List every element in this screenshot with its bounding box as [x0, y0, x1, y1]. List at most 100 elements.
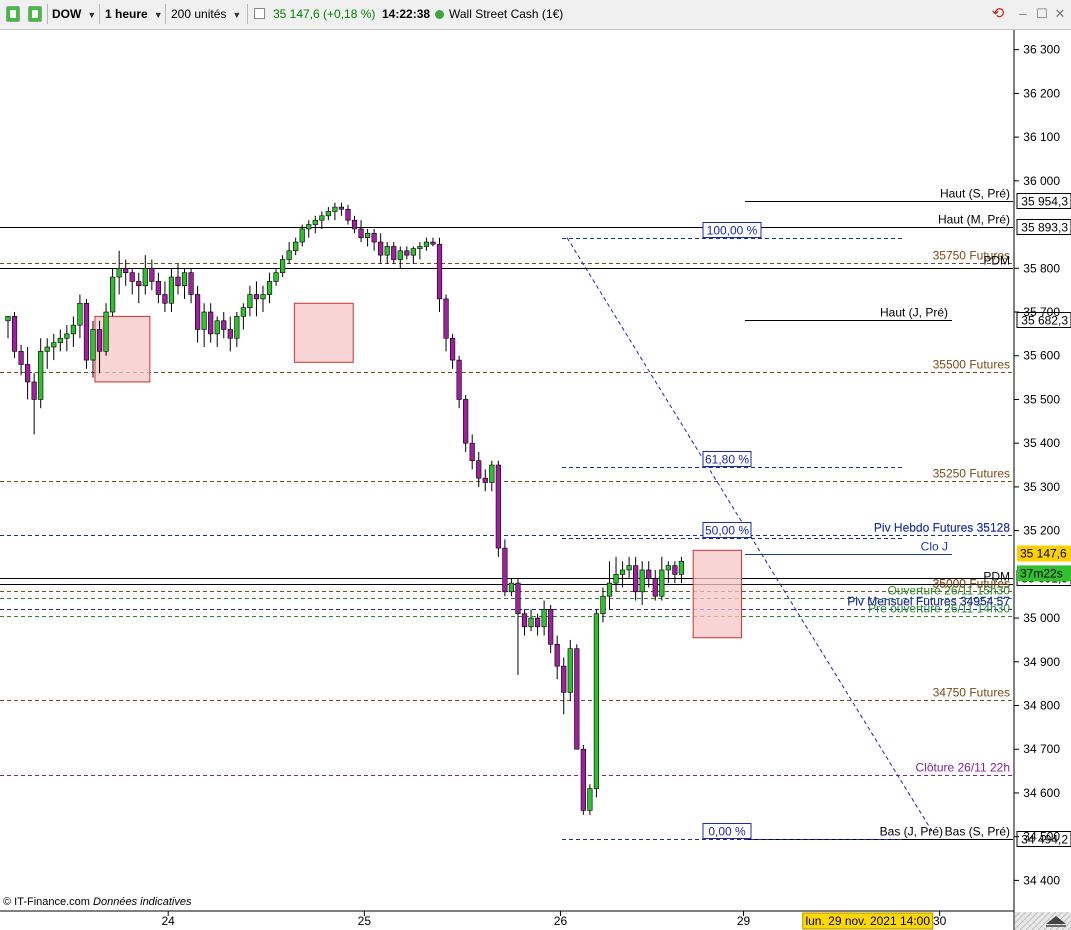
credit-text: © IT-Finance.com [3, 896, 90, 908]
candle-body [64, 333, 70, 339]
candle-body [188, 272, 194, 295]
y-tick-label: 36 000 [1023, 174, 1060, 188]
symbol-label: DOW [52, 7, 82, 21]
candle-body [221, 320, 227, 330]
supply-zone [293, 302, 354, 363]
units-selector[interactable]: 200 unités ▼ [171, 4, 241, 24]
candle-body [528, 617, 534, 628]
y-tick-label: 34 500 [1023, 830, 1060, 844]
y-tick-label: 36 200 [1023, 86, 1060, 100]
candle-body [652, 578, 658, 597]
candle-body [345, 208, 351, 221]
candle-body [489, 464, 495, 483]
y-tick-label: 35 800 [1023, 261, 1060, 275]
candle-body [168, 276, 175, 304]
candle-body [38, 351, 44, 400]
toolbar: DOW ▼ 1 heure ▼ 200 unités ▼ 35 147,6 (+0,1… [0, 0, 1071, 30]
level-label: Haut (S, Pré) [940, 187, 1010, 201]
candle-body [463, 399, 469, 444]
candle-body [227, 329, 233, 339]
candle-body [534, 617, 541, 628]
x-tick-label: 25 [358, 914, 372, 928]
candle-body [561, 665, 567, 693]
chevron-down-icon: ▼ [153, 10, 163, 20]
level-label: Bas (S, Pré) [945, 825, 1010, 839]
candle-body [659, 569, 665, 597]
candle-body [279, 259, 286, 273]
candle-body [378, 241, 384, 256]
supply-zone [692, 549, 743, 639]
candle-body [18, 351, 24, 365]
checkbox-icon[interactable] [254, 8, 265, 19]
toggle-icon[interactable] [28, 6, 42, 22]
candle-body [417, 246, 423, 249]
x-tick-label: 24 [162, 914, 176, 928]
candle-body [332, 206, 338, 212]
symbol-selector[interactable]: DOW ▼ [52, 4, 96, 24]
price-tag-label: 35 893,3 [1021, 221, 1068, 235]
candle-body [384, 246, 390, 256]
candle-body [633, 565, 639, 593]
level-label: PDM [983, 254, 1010, 268]
candle-body [678, 560, 685, 575]
candle-body [214, 320, 220, 335]
level-label: Haut (M, Pré) [938, 213, 1010, 227]
candle-body [312, 219, 318, 225]
candle-body [567, 648, 573, 693]
current-price-label: 37m22s [1020, 566, 1063, 580]
footer-credit: © IT-Finance.com Données indicatives [3, 896, 191, 908]
candle-body [397, 250, 403, 260]
candle-body [247, 294, 253, 308]
candle-body [495, 464, 501, 549]
candle-body [619, 569, 626, 575]
candle-body [57, 337, 63, 343]
x-tick-label: 30 [933, 914, 947, 928]
close-icon[interactable]: ✕ [1052, 6, 1068, 22]
y-tick-label: 35 400 [1023, 436, 1060, 450]
chevron-down-icon: ▼ [232, 10, 242, 20]
candle-body [116, 267, 122, 278]
chevron-down-icon: ▼ [87, 10, 97, 20]
candle-body [646, 569, 652, 580]
candle-body [456, 359, 462, 400]
y-tick-label: 34 800 [1023, 699, 1060, 713]
y-tick-label: 34 700 [1023, 742, 1060, 756]
y-tick-label: 35 200 [1023, 524, 1060, 538]
candle-body [351, 219, 358, 230]
level-label: Clôture 26/11 22h [915, 761, 1010, 775]
candle-body [613, 574, 619, 584]
candle-body [162, 294, 168, 304]
timeframe-selector[interactable]: 1 heure ▼ [105, 4, 163, 24]
y-tick-label: 35 300 [1023, 480, 1060, 494]
candle-body [44, 346, 50, 352]
plot-area [0, 30, 1014, 911]
maximize-icon[interactable]: ☐ [1034, 6, 1050, 22]
instrument-name: Wall Street Cash (1€) [449, 7, 564, 21]
minimize-icon[interactable]: – [1015, 6, 1031, 22]
timeframe-label: 1 heure [105, 7, 148, 21]
candle-body [672, 565, 678, 575]
candle-body [273, 272, 279, 282]
toggle-icon[interactable] [6, 6, 20, 22]
candle-body [306, 224, 312, 230]
candle-body [195, 294, 201, 330]
candle-body [266, 281, 273, 295]
y-tick-label: 35 000 [1023, 611, 1060, 625]
candle-body [469, 442, 475, 461]
candle-body [319, 215, 325, 221]
y-tick-label: 35 600 [1023, 349, 1060, 363]
price-tag-label: 35 954,3 [1021, 195, 1068, 209]
candle-body [103, 311, 109, 352]
price-chart[interactable]: 100,00 % 61,80 % 50,00 % 0,00 % Haut (S, Pr… [0, 30, 1071, 930]
fib-level-label: 61,80 % [705, 453, 749, 467]
candle-body [286, 250, 292, 260]
refresh-icon[interactable]: ⟲ [990, 6, 1006, 22]
y-tick-label: 36 100 [1023, 130, 1060, 144]
candle-body [260, 294, 266, 300]
candle-body [90, 329, 96, 361]
candle-body [338, 206, 345, 210]
quote-time: 14:22:38 [382, 7, 431, 21]
y-tick-label: 35 500 [1023, 392, 1060, 406]
candle-body [436, 243, 443, 300]
overlap-label: 35000 Futures [933, 577, 1010, 591]
